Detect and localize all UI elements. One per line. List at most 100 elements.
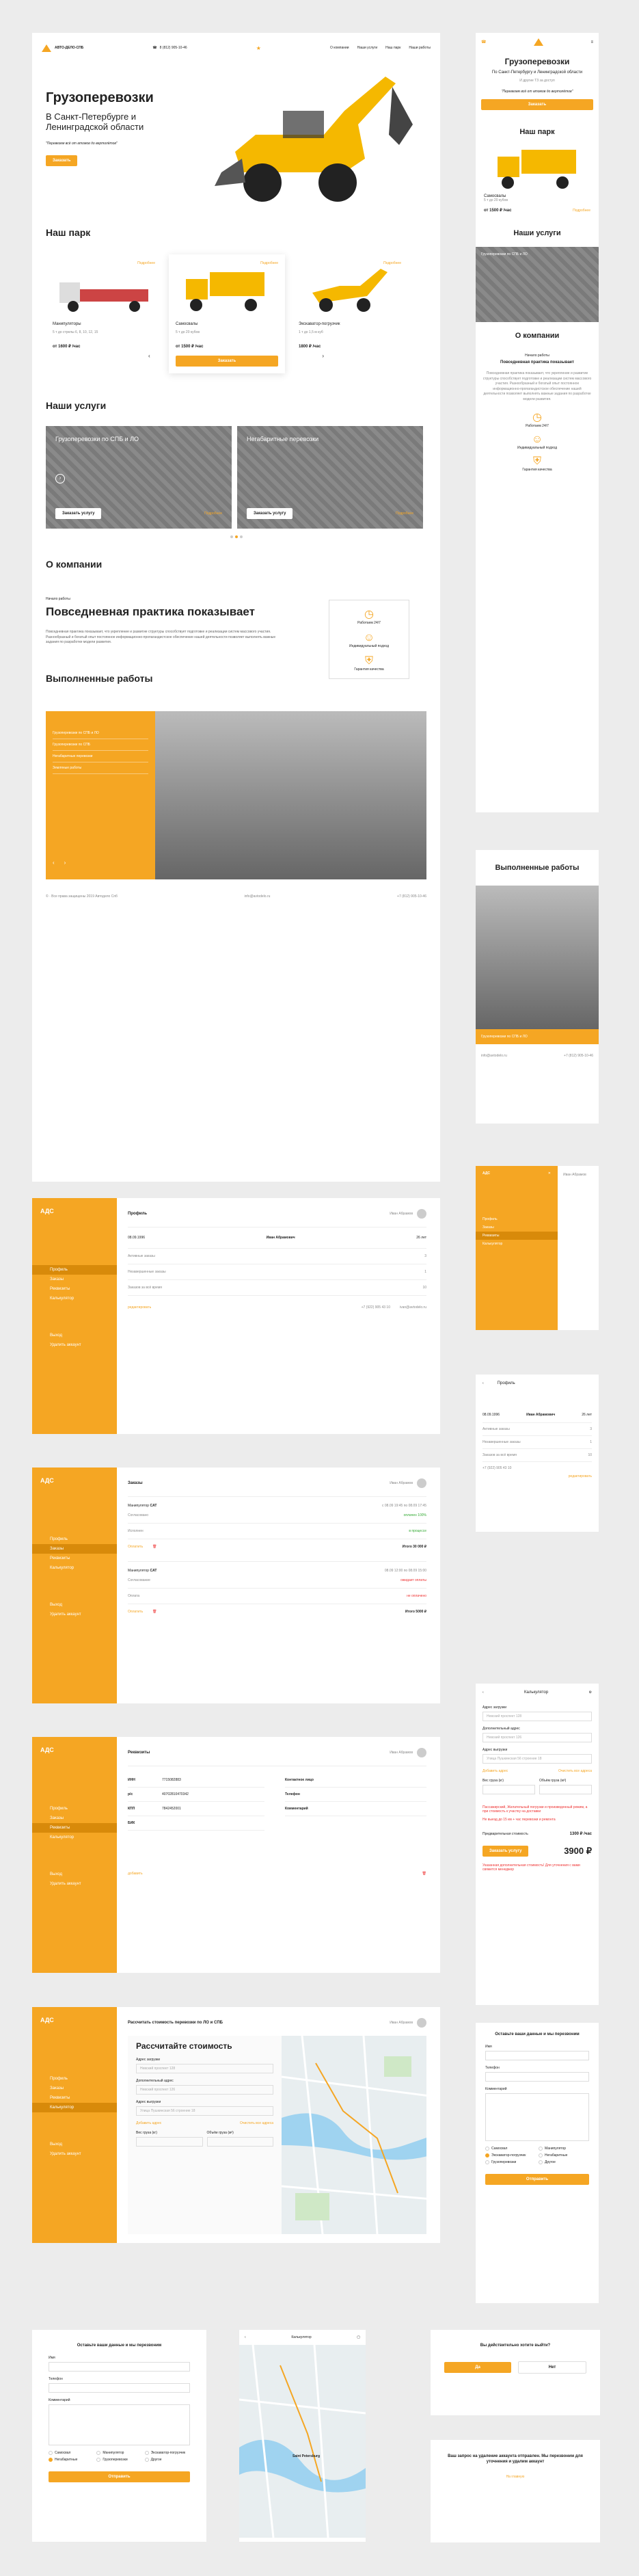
req-value[interactable]: 7715082883: [162, 1778, 181, 1782]
calc-input-load[interactable]: Невский проспект 128: [136, 2064, 273, 2073]
m-park-more[interactable]: Подробнее: [573, 209, 590, 213]
trash-icon[interactable]: 🗑: [152, 1545, 157, 1549]
service-1-arrow-icon[interactable]: ›: [55, 474, 65, 483]
service-2-order-button[interactable]: Заказать услугу: [247, 508, 293, 519]
callback-name-input[interactable]: [49, 2362, 190, 2372]
m-calc-input-unload[interactable]: Улица Пушкинская 56 строение 18: [482, 1754, 592, 1764]
callback-phone-input[interactable]: [49, 2383, 190, 2393]
sidebar-item-delete[interactable]: Удалить аккаунт: [32, 1340, 117, 1350]
sidebar-item-orders[interactable]: Заказы: [32, 2084, 117, 2093]
m-check-5[interactable]: Грузоперевозки: [485, 2160, 536, 2164]
order-pay-link[interactable]: Оплатить: [128, 1545, 143, 1549]
sidebar-item-delete[interactable]: Удалить аккаунт: [32, 1879, 117, 1889]
cart-icon[interactable]: ★: [256, 45, 261, 51]
avatar[interactable]: [417, 1209, 426, 1219]
works-prev-icon[interactable]: ‹: [53, 860, 55, 866]
m-calc-input-load[interactable]: Невский проспект 128: [482, 1712, 592, 1721]
m-hero-order-button[interactable]: Заказать: [481, 99, 593, 110]
service-1-more[interactable]: Подробнее: [204, 512, 222, 516]
park-prev-arrow[interactable]: ‹: [148, 353, 150, 359]
m-footer-email[interactable]: info@avtodelo.ru: [481, 1054, 507, 1058]
works-item-2[interactable]: Грузоперевозки по СПБ: [53, 739, 148, 751]
sidebar-item-orders[interactable]: Заказы: [32, 1814, 117, 1823]
m-calc-input-extra[interactable]: Невский проспект 126: [482, 1733, 592, 1742]
sidebar-item-orders[interactable]: Заказы: [32, 1275, 117, 1284]
park-order-button[interactable]: Заказать: [176, 356, 278, 367]
mobile-menu-icon[interactable]: ≡: [590, 40, 593, 44]
footer-phone[interactable]: +7 (812) 905-10-46: [397, 894, 426, 899]
m-callback-comment-input[interactable]: [485, 2093, 589, 2141]
m-sidebar-item-reqs[interactable]: Реквизиты: [476, 1232, 558, 1240]
mobile-logo-icon[interactable]: [533, 38, 543, 46]
calc-add-address[interactable]: Добавить адрес: [136, 2121, 161, 2125]
m-sidebar-item-calc[interactable]: Калькулятор: [476, 1240, 558, 1248]
sidebar-logo[interactable]: АДС: [32, 1198, 117, 1224]
sidebar-item-logout[interactable]: Выход: [32, 1600, 117, 1610]
m-calc-back-icon[interactable]: ‹: [482, 1690, 484, 1695]
sidebar-item-delete[interactable]: Удалить аккаунт: [32, 2149, 117, 2159]
m-calc-settings-icon[interactable]: ⚙: [589, 1690, 592, 1695]
order-card-1[interactable]: Манипулятор CAT с 08.09 19:45 по 08.09 17…: [128, 1497, 426, 1562]
calc-weight-input[interactable]: [136, 2137, 203, 2147]
sidebar-item-calc[interactable]: Калькулятор: [32, 1563, 117, 1573]
m-check-1[interactable]: Самосвал: [485, 2147, 536, 2151]
m-check-6[interactable]: Другое: [539, 2160, 589, 2164]
sidebar-logo[interactable]: АДС: [32, 1468, 117, 1493]
sidebar-item-logout[interactable]: Выход: [32, 1870, 117, 1879]
sidebar-item-reqs[interactable]: Реквизиты: [32, 1284, 117, 1294]
check-3[interactable]: Экскаватор-погрузчик: [144, 2451, 190, 2455]
m-map[interactable]: Saint Petersburg: [239, 2345, 366, 2538]
close-icon[interactable]: ✕: [548, 1171, 551, 1176]
nav-park[interactable]: Наш парк: [385, 46, 400, 50]
logo-text[interactable]: АВТО-ДЕЛО-СПБ: [55, 46, 83, 50]
trash-icon[interactable]: 🗑: [152, 1610, 157, 1614]
park-card-2[interactable]: Подробнее Самосвалы 5 т до 20 кубов от 1…: [169, 254, 285, 373]
park-card-3[interactable]: Подробнее Экскаватор-погрузчик 1 т до 1,…: [292, 254, 408, 356]
service-card-2[interactable]: Негабаритные перевозки Заказать услугу По…: [237, 426, 423, 529]
trash-icon[interactable]: 🗑: [422, 1872, 426, 1876]
sidebar-item-calc[interactable]: Калькулятор: [32, 1833, 117, 1842]
map-close-icon[interactable]: ▢: [357, 2335, 360, 2339]
m-sidebar-item-orders[interactable]: Заказы: [476, 1223, 558, 1232]
callback-comment-input[interactable]: [49, 2404, 190, 2445]
check-1[interactable]: Самосвал: [49, 2451, 94, 2455]
sidebar-item-logout[interactable]: Выход: [32, 2140, 117, 2149]
req-add-link[interactable]: добавить: [128, 1872, 143, 1876]
calc-clear-addresses[interactable]: Очистить все адреса: [240, 2121, 273, 2125]
sidebar-item-profile[interactable]: Профиль: [32, 1265, 117, 1275]
logout-yes-button[interactable]: Да: [444, 2362, 511, 2373]
nav-works[interactable]: Наши работы: [409, 46, 431, 50]
park-next-arrow[interactable]: ›: [322, 353, 324, 359]
hero-order-button[interactable]: Заказать: [46, 155, 78, 166]
avatar[interactable]: [417, 1748, 426, 1757]
order-pay-link[interactable]: Оплатить: [128, 1610, 143, 1614]
sidebar-logo[interactable]: АДС: [32, 2007, 117, 2033]
avatar[interactable]: [417, 1478, 426, 1488]
service-card-1[interactable]: Грузоперевозки по СПБ и ЛО › Заказать ус…: [46, 426, 232, 529]
m-callback-phone-input[interactable]: [485, 2072, 589, 2082]
service-1-order-button[interactable]: Заказать услугу: [55, 508, 102, 519]
m-sidebar-logo[interactable]: АДС: [482, 1171, 490, 1176]
req-value[interactable]: 40702810470342: [162, 1792, 189, 1796]
sidebar-item-calc[interactable]: Калькулятор: [32, 2103, 117, 2112]
check-5[interactable]: Грузоперевозки: [96, 2458, 141, 2462]
sidebar-item-reqs[interactable]: Реквизиты: [32, 1554, 117, 1563]
avatar[interactable]: [417, 2018, 426, 2028]
works-next-icon[interactable]: ›: [64, 860, 66, 866]
map-back-icon[interactable]: ‹: [245, 2335, 246, 2339]
sidebar-item-profile[interactable]: Профиль: [32, 1804, 117, 1814]
sidebar-item-reqs[interactable]: Реквизиты: [32, 2093, 117, 2103]
sidebar-item-calc[interactable]: Калькулятор: [32, 1294, 117, 1303]
m-check-4[interactable]: Негабаритные: [539, 2153, 589, 2157]
m-check-3[interactable]: Экскаватор-погрузчик: [485, 2153, 536, 2157]
sidebar-item-profile[interactable]: Профиль: [32, 1535, 117, 1544]
m-works-item[interactable]: Грузоперевозки по СПБ и ЛО: [476, 1029, 599, 1044]
m-service-card[interactable]: Грузоперевозки по СПБ и ЛО: [476, 247, 599, 322]
home-link[interactable]: На главную: [444, 2475, 586, 2479]
m-check-2[interactable]: Манипулятор: [539, 2147, 589, 2151]
works-item-4[interactable]: Земляные работы: [53, 762, 148, 774]
calc-input-extra[interactable]: Невский проспект 126: [136, 2085, 273, 2095]
order-card-2[interactable]: Манипулятор CAT 08.09 12:00 по 08.09 15:0…: [128, 1562, 426, 1626]
sidebar-item-logout[interactable]: Выход: [32, 1331, 117, 1340]
works-item-1[interactable]: Грузоперевозки по СПБ и ЛО: [53, 728, 148, 739]
